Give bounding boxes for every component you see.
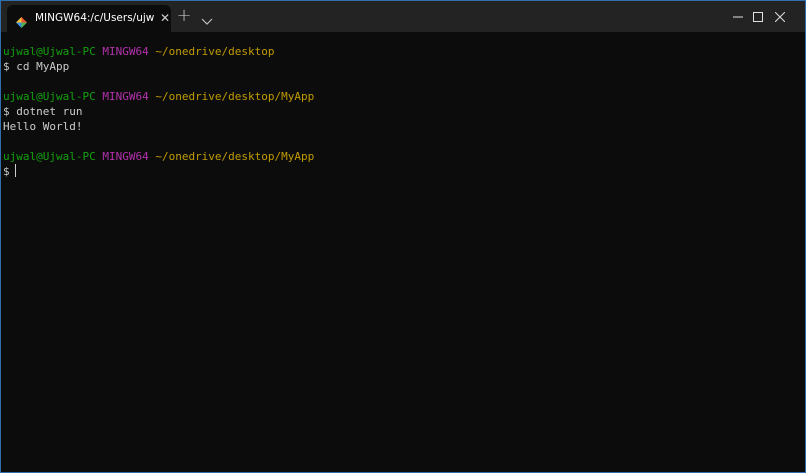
prompt-path: ~/onedrive/desktop: [155, 45, 275, 58]
prompt-user: ujwal@Ujwal-PC: [3, 45, 96, 58]
close-button[interactable]: [757, 1, 803, 32]
prompt-line: ujwal@Ujwal-PC MINGW64 ~/onedrive/deskto…: [3, 89, 314, 104]
prompt-msystem: MINGW64: [102, 45, 149, 58]
prompt-msystem: MINGW64: [102, 90, 149, 103]
prompt-user: ujwal@Ujwal-PC: [3, 90, 96, 103]
close-icon: [775, 11, 785, 22]
command-line: $ cd MyApp: [3, 60, 70, 73]
prompt-line: ujwal@Ujwal-PC MINGW64 ~/onedrive/deskto…: [3, 44, 275, 59]
command-line: $ dotnet run: [3, 105, 83, 118]
tab-mingw64[interactable]: MINGW64:/c/Users/ujwal/onedrive/desktop/…: [7, 5, 171, 32]
text-cursor: [15, 164, 16, 177]
prompt-path: ~/onedrive/desktop/MyApp: [155, 90, 315, 103]
prompt-line: ujwal@Ujwal-PC MINGW64 ~/onedrive/deskto…: [3, 149, 314, 164]
prompt-path: ~/onedrive/desktop/MyApp: [155, 150, 315, 163]
title-bar[interactable]: MINGW64:/c/Users/ujwal/onedrive/desktop/…: [1, 1, 805, 32]
tab-title: MINGW64:/c/Users/ujwal/onedrive/desktop/…: [35, 12, 155, 24]
output-line: Hello World!: [3, 120, 83, 133]
prompt-user: ujwal@Ujwal-PC: [3, 150, 96, 163]
tab-close-icon[interactable]: ✕: [159, 11, 171, 25]
command-line: $: [3, 165, 10, 178]
chevron-down-icon[interactable]: [200, 11, 214, 25]
terminal-output[interactable]: ujwal@Ujwal-PC MINGW64 ~/onedrive/deskto…: [3, 32, 803, 470]
terminal-window: MINGW64:/c/Users/ujwal/onedrive/desktop/…: [0, 0, 806, 473]
git-bash-icon: [16, 13, 27, 28]
new-tab-button[interactable]: +: [175, 7, 193, 26]
prompt-msystem: MINGW64: [102, 150, 149, 163]
